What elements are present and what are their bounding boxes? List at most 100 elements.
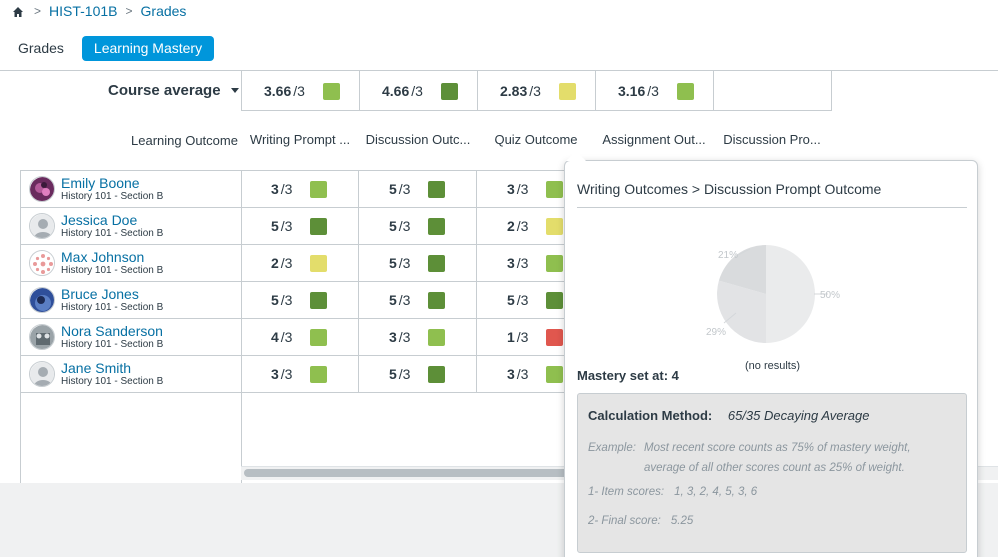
- student-section: History 101 - Section B: [61, 376, 164, 387]
- student-row: Nora Sanderson History 101 - Section B: [21, 319, 242, 356]
- popover-title: Writing Outcomes > Discussion Prompt Out…: [577, 181, 882, 197]
- pie-label: 29%: [706, 327, 726, 338]
- pie-slice: [766, 245, 815, 343]
- pie-label: 50%: [820, 290, 840, 301]
- tab-grades[interactable]: Grades: [8, 36, 74, 61]
- student-name-link[interactable]: Jessica Doe: [61, 212, 163, 228]
- score-value: 4: [271, 329, 279, 345]
- student-section: History 101 - Section B: [61, 265, 164, 276]
- item-scores-label: 1- Item scores:: [588, 486, 665, 498]
- score-denominator: /3: [516, 255, 529, 271]
- score-cell[interactable]: 5/3: [241, 282, 359, 318]
- no-results-text: (no results): [745, 360, 801, 372]
- score-distribution-pie-chart: 21% 50% 29%: [706, 245, 840, 343]
- average-denominator: /3: [647, 83, 659, 99]
- home-icon[interactable]: [12, 5, 24, 17]
- score-denominator: /3: [280, 292, 293, 308]
- student-name-link[interactable]: Bruce Jones: [61, 286, 163, 302]
- student-name-link[interactable]: Nora Sanderson: [61, 323, 163, 339]
- score-denominator: /3: [398, 292, 411, 308]
- student-section: History 101 - Section B: [61, 339, 164, 350]
- score-cell[interactable]: 4/3: [241, 319, 359, 355]
- student-name-link[interactable]: Max Johnson: [61, 249, 163, 265]
- tab-learning-mastery[interactable]: Learning Mastery: [81, 36, 215, 61]
- calculation-method-box: Calculation Method: 65/35 Decaying Avera…: [577, 393, 967, 553]
- student-section: History 101 - Section B: [61, 191, 164, 202]
- score-cell[interactable]: 5/3: [359, 208, 477, 244]
- average-cell: 2.83 /3: [478, 71, 596, 111]
- outcome-header[interactable]: Assignment Out...: [595, 124, 713, 156]
- average-cell: 4.66 /3: [360, 71, 478, 111]
- score-value: 3: [389, 329, 397, 345]
- calculation-method-value: 65/35 Decaying Average: [727, 408, 870, 423]
- score-value: 5: [271, 292, 279, 308]
- average-denominator: /3: [529, 83, 541, 99]
- score-value: 2: [271, 255, 279, 271]
- calculation-example: Example: Most recent score counts as 75% …: [588, 438, 958, 478]
- student-name-link[interactable]: Jane Smith: [61, 360, 163, 376]
- score-denominator: /3: [398, 329, 411, 345]
- score-denominator: /3: [516, 181, 529, 197]
- outcome-details-popover: Writing Outcomes > Discussion Prompt Out…: [564, 151, 978, 557]
- student-row: Emily Boone History 101 - Section B: [21, 171, 242, 208]
- avatar: [29, 361, 55, 387]
- student-name-link[interactable]: Emily Boone: [61, 175, 163, 191]
- divider: [577, 207, 967, 208]
- score-value: 3: [507, 181, 515, 197]
- outcome-header[interactable]: Discussion Outc...: [359, 124, 477, 156]
- student-list-empty-area: [20, 392, 242, 483]
- score-value: 5: [389, 255, 397, 271]
- score-cell[interactable]: 5/3: [359, 282, 477, 318]
- final-score-value: 5.25: [670, 515, 694, 527]
- score-cell[interactable]: 5/3: [359, 245, 477, 281]
- mastery-color-swatch: [322, 82, 340, 100]
- score-denominator: /3: [280, 181, 293, 197]
- score-cell[interactable]: 3/3: [241, 171, 359, 207]
- student-row: Jane Smith History 101 - Section B: [21, 356, 242, 393]
- score-cell[interactable]: 2/3: [241, 245, 359, 281]
- course-average-row: 3.66 /3 4.66 /3 2.83 /3 3.16 /3: [241, 71, 832, 111]
- score-cell[interactable]: 3/3: [241, 356, 359, 392]
- course-average-dropdown[interactable]: Course average: [108, 82, 239, 99]
- score-cell[interactable]: 5/3: [359, 171, 477, 207]
- score-cell[interactable]: 5/3: [241, 208, 359, 244]
- mastery-color-swatch: [546, 328, 564, 346]
- average-denominator: /3: [411, 83, 423, 99]
- mastery-color-swatch: [546, 254, 564, 272]
- score-denominator: /3: [280, 218, 293, 234]
- example-line: Most recent score counts as 75% of maste…: [644, 442, 911, 454]
- view-tabs: Grades Learning Mastery: [8, 36, 222, 61]
- average-score: 4.66: [382, 83, 410, 99]
- breadcrumb-grades-link[interactable]: Grades: [141, 3, 187, 19]
- mastery-color-swatch: [310, 254, 328, 272]
- mastery-color-swatch: [440, 82, 458, 100]
- score-denominator: /3: [516, 292, 529, 308]
- student-row: Jessica Doe History 101 - Section B: [21, 208, 242, 245]
- score-denominator: /3: [398, 255, 411, 271]
- score-denominator: /3: [280, 366, 293, 382]
- score-value: 2: [507, 218, 515, 234]
- chevron-right-icon: >: [125, 4, 133, 18]
- score-denominator: /3: [398, 218, 411, 234]
- score-cell[interactable]: 5/3: [359, 356, 477, 392]
- breadcrumb-course-link[interactable]: HIST-101B: [49, 3, 117, 19]
- horizontal-scrollbar[interactable]: [244, 469, 574, 477]
- score-value: 3: [271, 181, 279, 197]
- score-value: 3: [271, 366, 279, 382]
- score-denominator: /3: [398, 181, 411, 197]
- average-denominator: /3: [293, 83, 305, 99]
- score-value: 5: [271, 218, 279, 234]
- average-score: 3.16: [618, 83, 646, 99]
- average-score: 3.66: [264, 83, 292, 99]
- avatar: [29, 213, 55, 239]
- student-row: Bruce Jones History 101 - Section B: [21, 282, 242, 319]
- score-value: 5: [507, 292, 515, 308]
- outcome-header[interactable]: Discussion Pro...: [713, 124, 831, 156]
- score-cell[interactable]: 3/3: [359, 319, 477, 355]
- average-cell: 3.66 /3: [242, 71, 360, 111]
- popover-arrow: [566, 151, 586, 161]
- avatar: [29, 176, 55, 202]
- mastery-color-swatch: [428, 180, 446, 198]
- outcome-header[interactable]: Writing Prompt ...: [241, 124, 359, 156]
- student-section: History 101 - Section B: [61, 228, 164, 239]
